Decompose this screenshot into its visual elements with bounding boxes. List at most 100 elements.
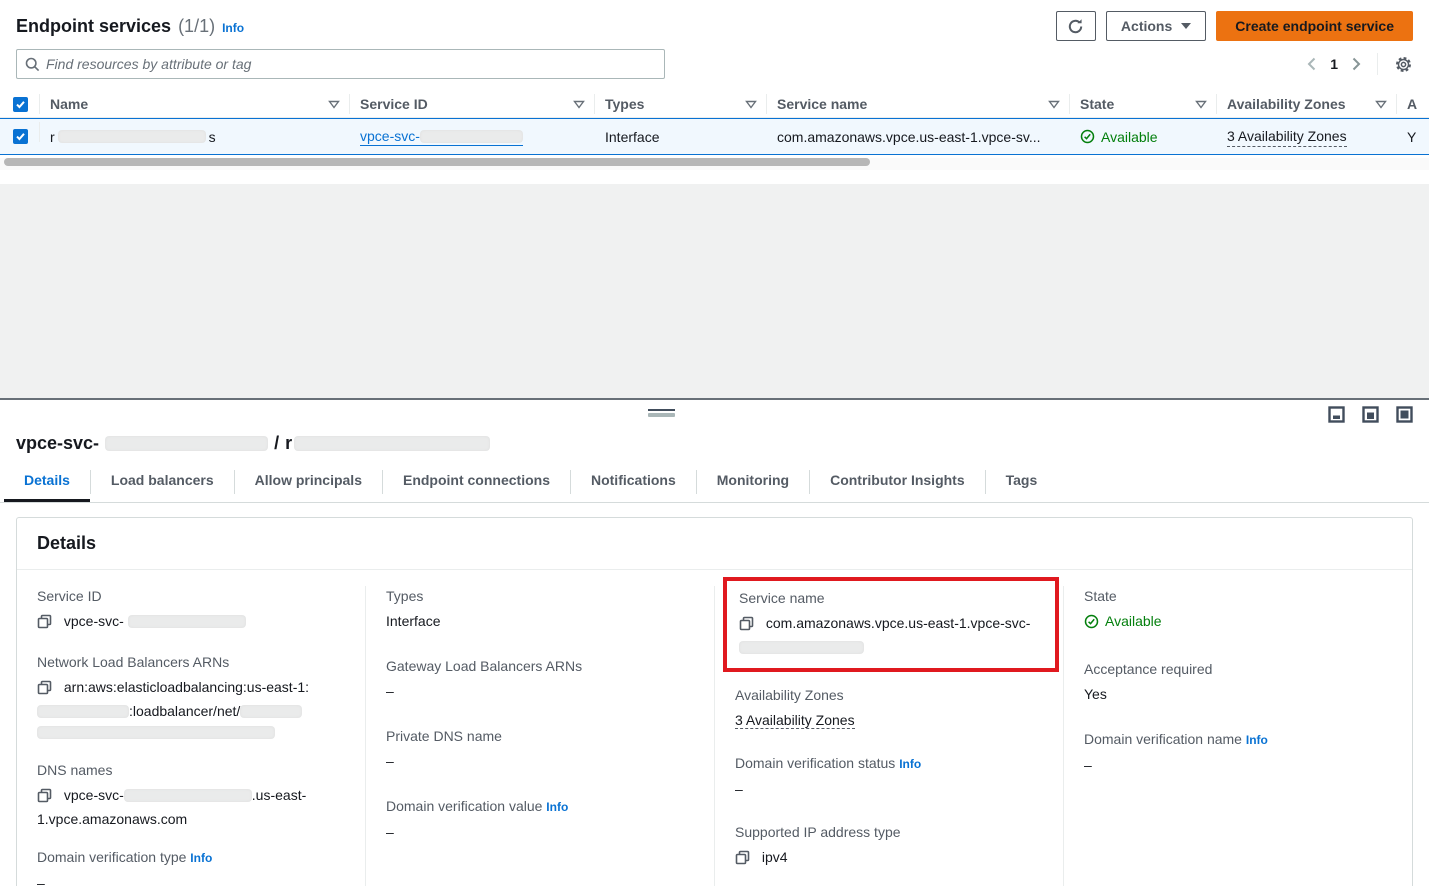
column-header-label: Availability Zones xyxy=(1227,96,1346,112)
horizontal-scrollbar-thumb[interactable] xyxy=(4,158,870,166)
column-header-acceptance[interactable]: A xyxy=(1397,91,1429,117)
field-availability-zones: Availability Zones 3 Availability Zones xyxy=(735,685,1043,731)
split-panel-position-controls xyxy=(1328,406,1413,423)
resource-counter: (1/1) xyxy=(178,16,215,37)
info-link[interactable]: Info xyxy=(899,757,921,771)
field-label: Network Load Balancers ARNs xyxy=(37,652,345,672)
panel-title-prefix: vpce-svc- xyxy=(16,433,99,454)
column-header-types[interactable]: Types xyxy=(595,91,767,117)
split-panel-header-bar xyxy=(0,400,1429,428)
search-icon xyxy=(25,57,40,72)
copy-icon[interactable] xyxy=(739,618,758,634)
field-label: Domain verification name Info xyxy=(1084,729,1392,750)
cell-name: r s xyxy=(40,119,350,154)
tab-monitoring[interactable]: Monitoring xyxy=(697,466,809,502)
field-value: Available xyxy=(1084,611,1392,635)
sort-icon[interactable] xyxy=(1375,100,1387,109)
field-types: Types Interface xyxy=(386,586,694,632)
header-actions: Actions Create endpoint service xyxy=(1056,11,1413,41)
field-label: Service name xyxy=(739,588,1043,608)
field-value: – xyxy=(386,751,694,772)
row-checkbox[interactable] xyxy=(0,119,40,154)
field-label: Gateway Load Balancers ARNs xyxy=(386,656,694,676)
panel-position-bottom-icon[interactable] xyxy=(1328,406,1345,423)
sort-icon[interactable] xyxy=(573,100,585,109)
redacted-text xyxy=(128,615,246,628)
title-info-link[interactable]: Info xyxy=(222,21,244,35)
checkbox-checked-icon[interactable] xyxy=(13,97,28,112)
previous-page-icon[interactable] xyxy=(1307,57,1316,71)
sort-icon[interactable] xyxy=(745,100,757,109)
column-header-availability-zones[interactable]: Availability Zones xyxy=(1217,91,1397,117)
tab-contributor-insights[interactable]: Contributor Insights xyxy=(810,466,985,502)
field-label: Service ID xyxy=(37,586,345,606)
table-header-row: Name Service ID Types Service name State… xyxy=(0,91,1429,118)
redacted-text xyxy=(124,789,252,802)
column-header-service-id[interactable]: Service ID xyxy=(350,91,595,117)
info-link[interactable]: Info xyxy=(1246,733,1268,747)
availability-zones-popover[interactable]: 3 Availability Zones xyxy=(1227,127,1347,147)
service-id-text: vpce-svc- xyxy=(360,127,420,145)
copy-icon[interactable] xyxy=(37,682,56,698)
column-header-label: Types xyxy=(605,96,644,112)
horizontal-scrollbar-track[interactable] xyxy=(0,158,1429,170)
availability-zones-popover[interactable]: 3 Availability Zones xyxy=(735,712,855,729)
panel-position-split-icon[interactable] xyxy=(1362,406,1379,423)
details-heading: Details xyxy=(37,533,1392,554)
details-column-3: Service name com.amazonaws.vpce.us-east-… xyxy=(714,586,1063,886)
field-private-dns-name: Private DNS name – xyxy=(386,726,694,772)
panel-position-full-icon[interactable] xyxy=(1396,406,1413,423)
tab-allow-principals[interactable]: Allow principals xyxy=(235,466,382,502)
column-header-state[interactable]: State xyxy=(1070,91,1217,117)
name-text: r xyxy=(50,129,55,145)
panel-title-separator: / xyxy=(274,433,279,454)
next-page-icon[interactable] xyxy=(1352,57,1361,71)
field-label: Domain verification status Info xyxy=(735,753,1043,774)
info-link[interactable]: Info xyxy=(546,800,568,814)
select-all-checkbox[interactable] xyxy=(0,91,40,117)
search-box[interactable] xyxy=(16,49,665,79)
info-link[interactable]: Info xyxy=(190,851,212,865)
field-gateway-lb-arns: Gateway Load Balancers ARNs – xyxy=(386,656,694,702)
nlb-arn-text: :loadbalancer/net/ xyxy=(129,703,240,719)
refresh-button[interactable] xyxy=(1056,11,1096,41)
field-value: vpce-svc-.us-east-1.vpce.amazonaws.com xyxy=(37,785,345,830)
field-value: Interface xyxy=(386,611,694,632)
split-panel: vpce-svc- / r Details Load balancers All… xyxy=(0,398,1429,886)
checkbox-checked-icon[interactable] xyxy=(13,129,28,144)
sort-icon[interactable] xyxy=(1048,100,1060,109)
create-endpoint-service-button[interactable]: Create endpoint service xyxy=(1216,11,1413,41)
tab-details[interactable]: Details xyxy=(4,466,90,502)
preferences-gear-icon[interactable] xyxy=(1394,55,1413,74)
field-label-text: Domain verification name xyxy=(1084,731,1242,747)
field-value: – xyxy=(386,681,694,702)
field-label: Types xyxy=(386,586,694,606)
redacted-text xyxy=(240,705,302,718)
tab-load-balancers[interactable]: Load balancers xyxy=(91,466,234,502)
sort-icon[interactable] xyxy=(1195,100,1207,109)
table-row[interactable]: r s vpce-svc- Interface com.amazonaws.vp… xyxy=(0,118,1429,155)
list-header-row: Endpoint services (1/1) Info Actions Cre… xyxy=(0,10,1429,42)
service-id-link[interactable]: vpce-svc- xyxy=(360,127,523,146)
actions-button-label: Actions xyxy=(1121,18,1172,34)
copy-icon[interactable] xyxy=(37,616,56,632)
copy-icon[interactable] xyxy=(735,852,754,868)
current-page-number[interactable]: 1 xyxy=(1330,56,1338,72)
dns-name-text: .us-east- xyxy=(252,787,306,803)
split-panel-drag-handle[interactable] xyxy=(648,409,675,417)
state-available: Available xyxy=(1084,611,1162,632)
sort-icon[interactable] xyxy=(328,100,340,109)
field-label-text: Domain verification type xyxy=(37,849,186,865)
column-header-label: Service name xyxy=(777,96,867,112)
column-header-service-name[interactable]: Service name xyxy=(767,91,1070,117)
field-nlb-arns: Network Load Balancers ARNs arn:aws:elas… xyxy=(37,652,345,743)
search-input[interactable] xyxy=(46,56,656,72)
copy-icon[interactable] xyxy=(37,790,56,806)
field-value: – xyxy=(37,873,345,886)
tab-endpoint-connections[interactable]: Endpoint connections xyxy=(383,466,570,502)
tab-tags[interactable]: Tags xyxy=(986,466,1058,502)
actions-button[interactable]: Actions xyxy=(1106,11,1206,41)
tab-notifications[interactable]: Notifications xyxy=(571,466,696,502)
filter-row: 1 xyxy=(0,49,1429,79)
column-header-name[interactable]: Name xyxy=(40,91,350,117)
